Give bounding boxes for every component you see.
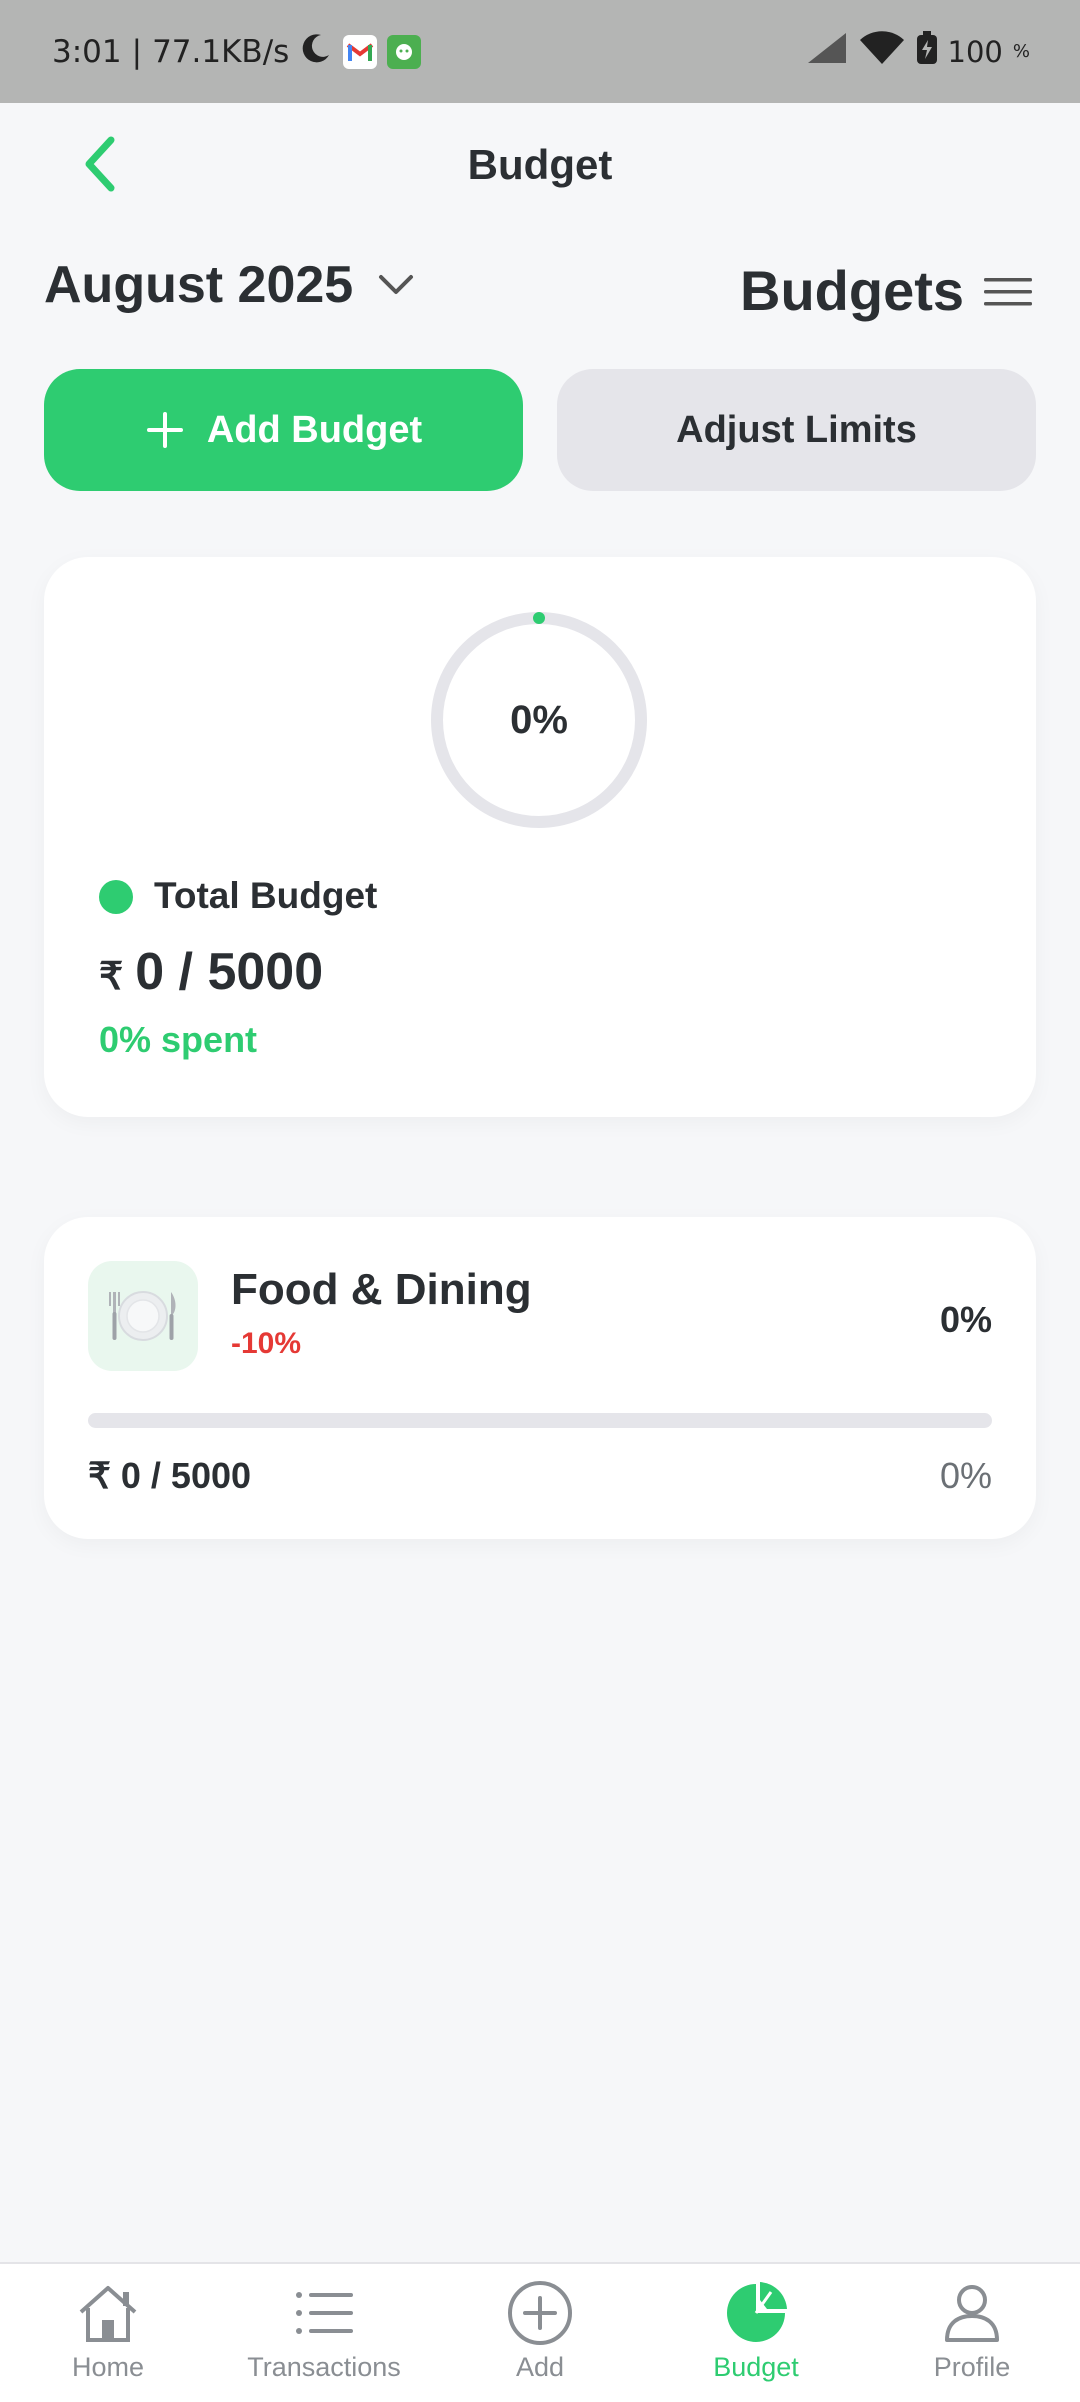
menu-button[interactable] [980,272,1036,312]
nav-label-transactions: Transactions [247,2352,401,2382]
status-network-speed: 77.1KB/s [152,33,290,70]
pie-chart-icon [727,2282,787,2342]
chevron-down-icon [379,275,414,294]
adjust-limits-label: Adjust Limits [676,408,917,451]
signal-icon [806,31,848,72]
app-header: Budget [0,103,1080,223]
status-time: 3:01 [52,33,122,70]
battery-icon [916,31,938,72]
month-label: August 2025 [44,256,354,314]
add-budget-label: Add Budget [206,408,423,451]
status-divider: | [131,33,143,70]
wifi-icon [858,30,906,73]
bottom-navigation: Home Transactions Add Budget Profile [0,2262,1080,2402]
gmail-icon [343,34,378,69]
nav-label-home: Home [71,2352,145,2382]
spent-percent: 0% spent [99,1019,258,1060]
category-card-food-dining[interactable]: Food & Dining -10% 0% ₹ 0 / 5000 0% [44,1217,1036,1539]
nav-item-profile[interactable]: Profile [864,2264,1080,2402]
nav-label-profile: Profile [933,2352,1011,2382]
category-progress-bar [88,1413,992,1428]
ring-percent: 0% [510,697,568,742]
total-budget-card: 0% Total Budget ₹ 0 / 5000 0% spent [44,557,1036,1117]
total-amount-row: ₹ 0 / 5000 [99,942,323,1002]
user-icon [945,2285,999,2342]
nav-label-budget: Budget [713,2352,799,2382]
moon-icon [299,31,333,73]
status-bar: 3:01 | 77.1KB/s 100% [0,0,1080,103]
budgets-heading: Budgets [740,259,964,322]
category-amount: ₹ 0 / 5000 [88,1455,252,1496]
category-name: Food & Dining [231,1265,532,1314]
home-icon [79,2286,137,2342]
percent-sign: % [1012,41,1030,62]
battery-level: 100 [947,34,1003,69]
total-budget-label: Total Budget [154,875,378,916]
plus-icon [146,412,183,448]
app-notification-icon [387,34,422,69]
nav-item-budget[interactable]: Budget [648,2264,864,2402]
category-percent-bottom: 0% [939,1455,992,1496]
nav-item-transactions[interactable]: Transactions [216,2264,432,2402]
list-icon [296,2292,353,2334]
plus-circle-icon [508,2281,572,2345]
month-selector[interactable]: August 2025 [44,255,415,315]
menu-icon [984,278,1032,306]
nav-item-add[interactable]: Add [432,2264,648,2402]
nav-label-add: Add [515,2352,565,2382]
plate-cutlery-icon [88,1261,198,1371]
nav-item-home[interactable]: Home [0,2264,216,2402]
adjust-limits-button[interactable]: Adjust Limits [557,369,1036,491]
total-amount: 0 / 5000 [135,943,324,1001]
add-budget-button[interactable]: Add Budget [44,369,523,491]
total-budget-dot [99,880,133,914]
page-title: Budget [467,141,613,188]
status-right: 100% [806,30,1030,73]
category-change: -10% [231,1327,302,1360]
currency-symbol: ₹ [99,956,124,998]
status-left: 3:01 | 77.1KB/s [52,31,422,73]
category-percent: 0% [939,1299,992,1340]
